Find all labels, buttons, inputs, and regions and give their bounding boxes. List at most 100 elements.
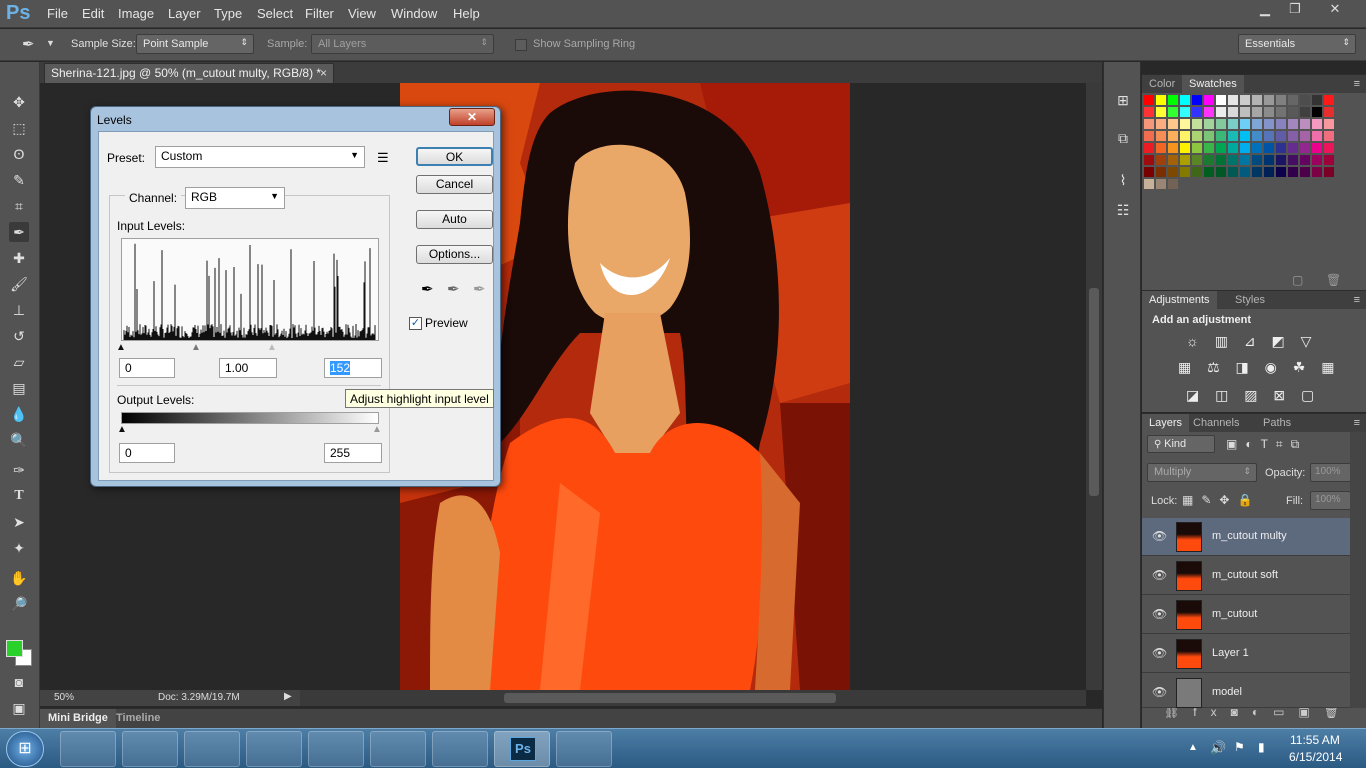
layer-row[interactable]: 👁 model: [1142, 674, 1350, 708]
zoom-tool-icon[interactable]: 🔎: [9, 594, 29, 614]
color-swatch[interactable]: [1240, 155, 1250, 165]
color-swatch[interactable]: [1288, 167, 1298, 177]
color-swatch[interactable]: [1156, 155, 1166, 165]
color-swatch[interactable]: [1312, 155, 1322, 165]
color-swatch[interactable]: [1192, 155, 1202, 165]
color-swatch[interactable]: [1312, 95, 1322, 105]
color-swatch[interactable]: [1156, 179, 1166, 189]
color-swatch[interactable]: [1288, 107, 1298, 117]
layer-row[interactable]: 👁 m_cutout multy: [1142, 518, 1350, 556]
cancel-button[interactable]: Cancel: [416, 175, 493, 194]
taskbar-paint-icon[interactable]: [556, 731, 612, 767]
color-swatch[interactable]: [1252, 143, 1262, 153]
color-swatch[interactable]: [1228, 155, 1238, 165]
color-swatch[interactable]: [1240, 95, 1250, 105]
color-swatch[interactable]: [1156, 143, 1166, 153]
color-swatch[interactable]: [1312, 119, 1322, 129]
brush-panel-icon[interactable]: ⌇: [1113, 170, 1133, 190]
fill-field[interactable]: 100%: [1310, 491, 1351, 510]
vertical-scrollbar[interactable]: [1086, 83, 1102, 690]
blend-mode-dropdown[interactable]: Multiply ⇕: [1147, 463, 1257, 482]
output-white-field[interactable]: 255: [324, 443, 382, 463]
color-swatch[interactable]: [1300, 167, 1310, 177]
color-swatch[interactable]: [1228, 107, 1238, 117]
dodge-tool-icon[interactable]: 🔍: [9, 430, 29, 450]
menu-image[interactable]: Image: [118, 6, 154, 21]
color-swatch[interactable]: [1228, 167, 1238, 177]
volume-icon[interactable]: 🔊: [1210, 740, 1226, 756]
lock-icons[interactable]: ▦✎✥🔒: [1182, 493, 1260, 507]
preset-options-icon[interactable]: ☰: [377, 150, 389, 166]
color-swatch[interactable]: [1276, 107, 1286, 117]
foreground-color-swatch[interactable]: [6, 640, 23, 657]
quick-select-tool-icon[interactable]: ✎: [9, 170, 29, 190]
color-swatch[interactable]: [1216, 167, 1226, 177]
brush-tool-icon[interactable]: 🖌: [9, 274, 29, 294]
eye-icon[interactable]: 👁: [1152, 568, 1167, 582]
color-swatch[interactable]: [1312, 107, 1322, 117]
color-swatch[interactable]: [1288, 119, 1298, 129]
color-swatch[interactable]: [1264, 107, 1274, 117]
panel-menu-icon[interactable]: ≡: [1354, 294, 1360, 306]
color-swatch[interactable]: [1180, 107, 1190, 117]
status-menu-arrow-icon[interactable]: ▶: [284, 691, 292, 702]
eye-icon[interactable]: 👁: [1152, 646, 1167, 660]
color-swatch[interactable]: [1240, 119, 1250, 129]
color-swatch[interactable]: [1240, 167, 1250, 177]
taskbar-sticky-notes-icon[interactable]: [60, 731, 116, 767]
color-swatch[interactable]: [1180, 155, 1190, 165]
color-swatch[interactable]: [1192, 107, 1202, 117]
adjustment-icons-row-3[interactable]: ◪ ◫ ▨ ⊠ ▢: [1186, 387, 1320, 404]
color-swatch[interactable]: [1300, 143, 1310, 153]
color-swatch[interactable]: [1192, 95, 1202, 105]
eraser-tool-icon[interactable]: ▱: [9, 352, 29, 372]
tool-preset-chevron-icon[interactable]: ▼: [46, 38, 55, 48]
color-swatch[interactable]: [1276, 167, 1286, 177]
input-gamma-field[interactable]: 1.00: [219, 358, 277, 378]
color-swatch[interactable]: [1144, 143, 1154, 153]
horizontal-scrollbar[interactable]: [300, 690, 1086, 706]
tab-paths[interactable]: Paths: [1256, 414, 1298, 432]
color-swatch[interactable]: [1324, 143, 1334, 153]
color-swatch[interactable]: [1228, 143, 1238, 153]
color-swatch[interactable]: [1144, 95, 1154, 105]
color-swatch[interactable]: [1288, 155, 1298, 165]
color-swatch[interactable]: [1204, 119, 1214, 129]
tool-presets-icon[interactable]: ☷: [1113, 200, 1133, 220]
color-swatch[interactable]: [1180, 143, 1190, 153]
document-close-icon[interactable]: ×: [320, 66, 327, 80]
tab-timeline[interactable]: Timeline: [116, 712, 160, 724]
color-swatch[interactable]: [1252, 119, 1262, 129]
color-swatch[interactable]: [1216, 95, 1226, 105]
preset-dropdown[interactable]: Custom ▼: [155, 146, 365, 168]
color-swatch[interactable]: [1144, 131, 1154, 141]
layer-row[interactable]: 👁 Layer 1: [1142, 635, 1350, 673]
color-swatch[interactable]: [1240, 131, 1250, 141]
color-swatch[interactable]: [1216, 143, 1226, 153]
black-eyedropper-icon[interactable]: ✒: [421, 280, 434, 298]
color-swatch[interactable]: [1288, 131, 1298, 141]
color-swatch[interactable]: [1144, 179, 1154, 189]
color-swatch[interactable]: [1216, 107, 1226, 117]
color-swatch[interactable]: [1204, 95, 1214, 105]
minimize-icon[interactable]: ▁: [1250, 2, 1280, 18]
gamma-slider-icon[interactable]: ▲: [191, 342, 201, 353]
color-swatch[interactable]: [1192, 131, 1202, 141]
color-swatch[interactable]: [1324, 167, 1334, 177]
color-swatch[interactable]: [1180, 167, 1190, 177]
color-swatch[interactable]: [1192, 143, 1202, 153]
history-panel-icon[interactable]: ⊞: [1113, 90, 1133, 110]
history-brush-tool-icon[interactable]: ↺: [9, 326, 29, 346]
quick-mask-icon[interactable]: ◙: [9, 672, 29, 692]
color-swatch[interactable]: [1180, 119, 1190, 129]
screen-mode-icon[interactable]: ▣: [9, 698, 29, 718]
color-swatch[interactable]: [1204, 143, 1214, 153]
path-selection-tool-icon[interactable]: ➤: [9, 512, 29, 532]
color-swatch[interactable]: [1276, 119, 1286, 129]
color-swatch[interactable]: [1276, 131, 1286, 141]
marquee-tool-icon[interactable]: ⬚: [9, 118, 29, 138]
color-swatch[interactable]: [1288, 95, 1298, 105]
tab-color[interactable]: Color: [1142, 75, 1182, 93]
taskbar-explorer-icon[interactable]: [308, 731, 364, 767]
color-swatch[interactable]: [1252, 167, 1262, 177]
